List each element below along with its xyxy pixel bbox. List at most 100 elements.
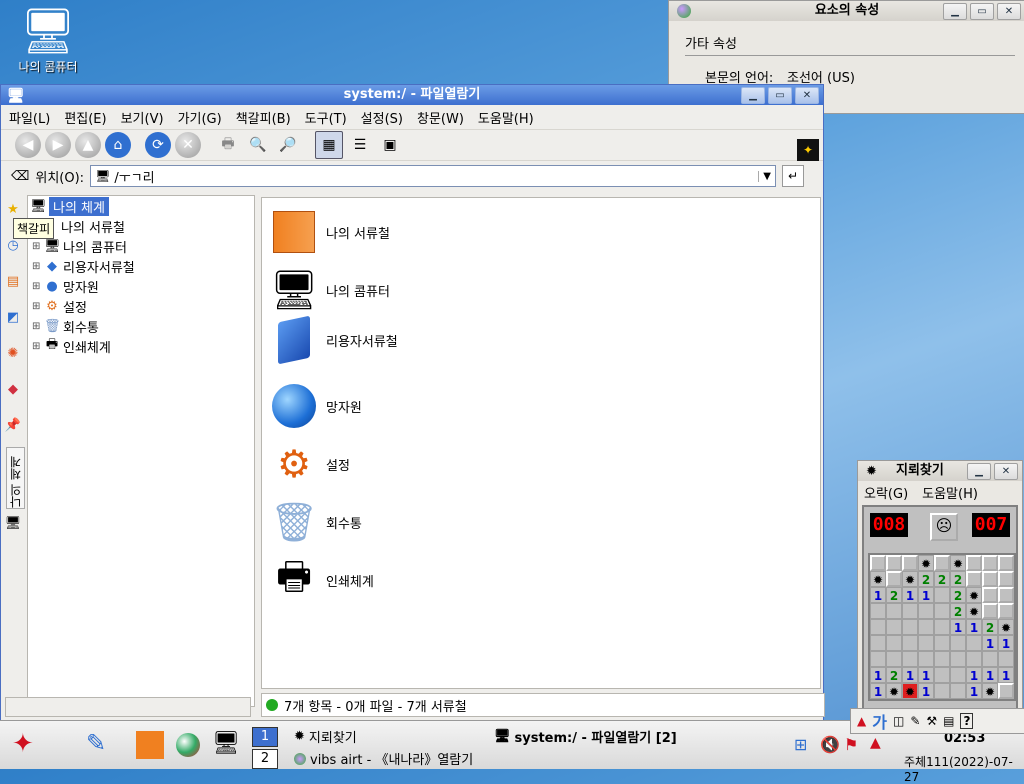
properties-titlebar[interactable]: 요소의 속성 ▁ ▭ ✕ — [669, 1, 1024, 21]
mine-grid[interactable]: ✹ ✹ ✹ ✹ 2 2 2 1 2 1 1 2 ✹ 2 ✹ 1 1 2 ✹ 1 1 1 2 1 1 1 1 1 1 ✹ ✹ 1 1 ✹ — [868, 553, 1016, 701]
mine-cell-covered[interactable] — [998, 683, 1014, 699]
desktop-icon-my-computer[interactable]: 🖥 나의 콤퓨터 — [8, 8, 88, 75]
folder-tab-icon[interactable]: ▤ — [3, 267, 23, 295]
mine-cell-empty[interactable] — [934, 683, 950, 699]
mine-cell-covered[interactable] — [982, 603, 998, 619]
mine-cell-empty[interactable] — [934, 587, 950, 603]
minimize-button[interactable]: ▁ — [967, 463, 991, 480]
mine-cell-mine[interactable]: ✹ — [998, 619, 1014, 635]
network-tray-icon[interactable]: ⊞ — [794, 735, 807, 754]
mine-cell-empty[interactable] — [918, 651, 934, 667]
menu-settings[interactable]: 설정(S) — [361, 108, 403, 127]
mine-cell-empty[interactable] — [934, 651, 950, 667]
reload-icon[interactable]: ⟳ — [145, 132, 171, 158]
ime-mode[interactable]: 가 — [872, 709, 887, 733]
item-user-folders[interactable]: 리용자서류철 — [270, 315, 398, 365]
mine-cell-covered[interactable] — [982, 555, 998, 571]
mine-cell-empty[interactable] — [950, 651, 966, 667]
ime-help-icon[interactable]: ? — [960, 713, 974, 729]
minimize-button[interactable]: ▁ — [741, 87, 765, 104]
tree-item-trash[interactable]: ⊞ 🗑 회수통 — [28, 316, 254, 336]
tree-item-user-folders[interactable]: ⊞ ◆ 리용자서류철 — [28, 256, 254, 276]
mine-cell-covered[interactable] — [982, 587, 998, 603]
mine-cell-empty[interactable] — [886, 651, 902, 667]
ime-fire-icon[interactable]: ▲ — [857, 714, 866, 728]
menu-edit[interactable]: 편집(E) — [64, 108, 106, 127]
system-tab-icon[interactable]: 🖥 — [3, 509, 23, 537]
mine-cell-empty[interactable] — [950, 667, 966, 683]
up-icon[interactable]: ▲ — [75, 132, 101, 158]
tag-tab-icon[interactable]: ◆ — [3, 375, 23, 403]
mine-cell-number[interactable]: 2 — [934, 571, 950, 587]
volume-mute-icon[interactable]: 🔇 — [820, 735, 840, 754]
location-input[interactable]: 🖥 /ㅜㄱ리 ▼ — [90, 165, 777, 187]
monitor-launcher-icon[interactable]: 🖥 — [212, 731, 240, 756]
ime-note-icon[interactable]: ✎ — [910, 714, 920, 728]
list-view-icon[interactable]: ☰ — [347, 132, 373, 158]
mine-cell-number[interactable]: 1 — [870, 667, 886, 683]
menu-bookmarks[interactable]: 책갈피(B) — [236, 108, 291, 127]
menu-help[interactable]: 도움말(H) — [922, 483, 978, 502]
maximize-button[interactable]: ▭ — [768, 87, 792, 104]
tree-item-my-computer[interactable]: ⊞ 🖥 나의 콤퓨터 — [28, 236, 254, 256]
mine-cell-empty[interactable] — [886, 619, 902, 635]
go-icon[interactable]: ↵ — [782, 165, 805, 187]
services-tab-icon[interactable]: ✺ — [3, 339, 23, 367]
clear-location-icon[interactable]: ⌫ — [11, 169, 29, 184]
editor-launcher-icon[interactable]: ✎ — [86, 729, 106, 757]
mine-cell-covered[interactable] — [886, 571, 902, 587]
mine-cell-empty[interactable] — [950, 635, 966, 651]
mine-cell-empty[interactable] — [918, 619, 934, 635]
back-icon[interactable]: ◀ — [15, 132, 41, 158]
mine-cell-mine[interactable]: ✹ — [950, 555, 966, 571]
item-my-computer[interactable]: 🖥 나의 콤퓨터 — [270, 266, 390, 314]
ime-fullwidth-icon[interactable]: ◫ — [893, 714, 904, 728]
mine-cell-mine[interactable]: ✹ — [902, 571, 918, 587]
mine-cell-empty[interactable] — [870, 651, 886, 667]
close-button[interactable]: ✕ — [997, 3, 1021, 20]
expand-icon[interactable]: ⊞ — [32, 241, 42, 252]
mine-cell-empty[interactable] — [886, 635, 902, 651]
mine-cell-covered[interactable] — [934, 555, 950, 571]
stop-icon[interactable]: ✕ — [175, 132, 201, 158]
menu-game[interactable]: 오락(G) — [864, 483, 908, 502]
mine-cell-number[interactable]: 2 — [950, 571, 966, 587]
mine-cell-empty[interactable] — [902, 603, 918, 619]
tree-item-settings[interactable]: ⊞ ⚙ 설정 — [28, 296, 254, 316]
mine-cell-number[interactable]: 1 — [998, 667, 1014, 683]
mine-cell-empty[interactable] — [966, 651, 982, 667]
zoom-out-icon[interactable]: 🔎 — [275, 132, 301, 158]
mine-cell-number[interactable]: 1 — [998, 635, 1014, 651]
mine-cell-mine[interactable]: ✹ — [886, 683, 902, 699]
mine-cell-number[interactable]: 1 — [918, 683, 934, 699]
minimize-button[interactable]: ▁ — [943, 3, 967, 20]
expand-icon[interactable]: ⊞ — [32, 281, 42, 292]
task-browser[interactable]: vibs airt - 《내나라》열람기 — [294, 749, 473, 768]
mine-cell-mine[interactable]: ✹ — [966, 587, 982, 603]
menu-file[interactable]: 파일(L) — [9, 108, 50, 127]
mine-cell-empty[interactable] — [902, 635, 918, 651]
pin-tab-icon[interactable]: 📌 — [3, 411, 23, 439]
mine-cell-covered[interactable] — [982, 571, 998, 587]
task-minesweeper[interactable]: ✹ 지뢰찾기 — [294, 727, 357, 746]
mine-cell-mine[interactable]: ✹ — [918, 555, 934, 571]
expand-icon[interactable]: ⊞ — [32, 341, 42, 352]
maximize-button[interactable]: ▭ — [970, 3, 994, 20]
mine-cell-exploded[interactable]: ✹ — [902, 683, 918, 699]
mine-cell-empty[interactable] — [934, 635, 950, 651]
mine-cell-covered[interactable] — [966, 571, 982, 587]
print-icon[interactable]: 🖶 — [215, 132, 241, 158]
mine-cell-empty[interactable] — [982, 651, 998, 667]
image-view-icon[interactable]: ▣ — [377, 132, 403, 158]
mine-cell-mine[interactable]: ✹ — [870, 571, 886, 587]
zoom-in-icon[interactable]: 🔍 — [245, 132, 271, 158]
tree-item-network[interactable]: ⊞ ● 망자원 — [28, 276, 254, 296]
mine-cell-number[interactable]: 1 — [982, 635, 998, 651]
desktop-2[interactable]: 2 — [252, 749, 278, 769]
mine-cell-number[interactable]: 1 — [982, 667, 998, 683]
menu-view[interactable]: 보기(V) — [121, 108, 164, 127]
mine-cell-empty[interactable] — [902, 651, 918, 667]
mine-cell-number[interactable]: 1 — [918, 667, 934, 683]
mine-cell-empty[interactable] — [902, 619, 918, 635]
mine-cell-empty[interactable] — [918, 635, 934, 651]
